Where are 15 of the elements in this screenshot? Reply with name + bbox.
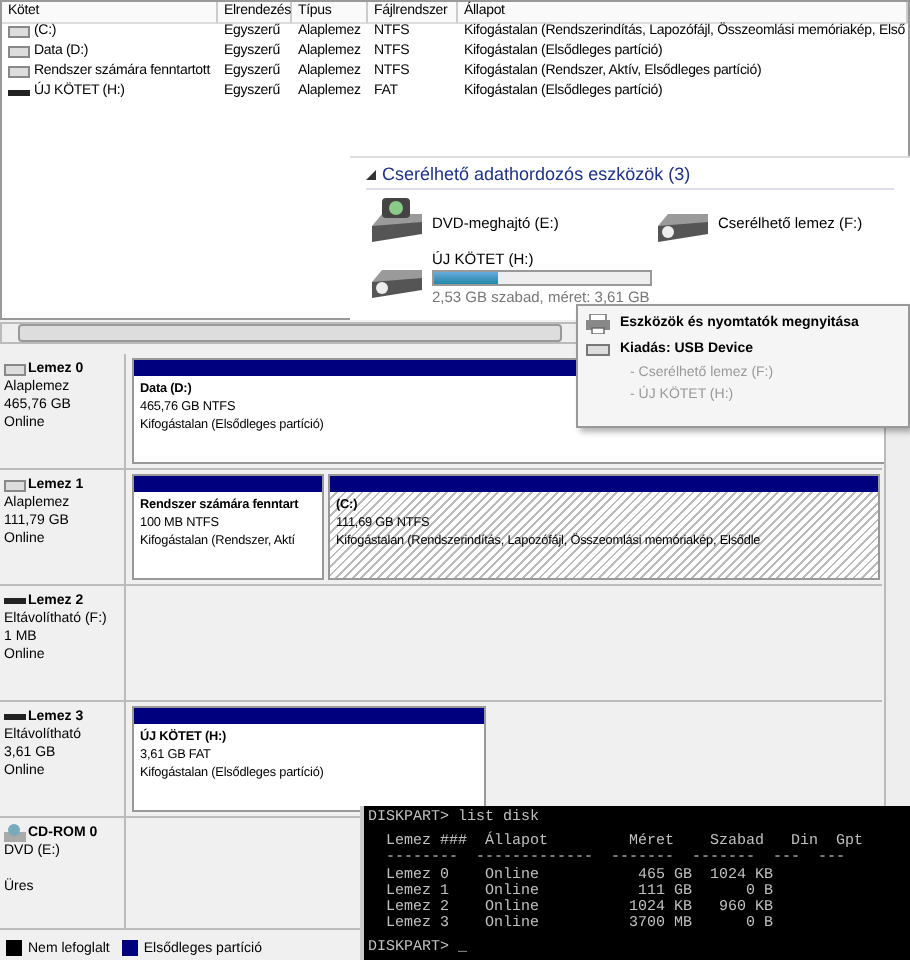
drive-icon [8,66,30,78]
collapse-icon[interactable] [366,169,376,179]
drive-icon [586,343,610,355]
drive-icon [4,596,26,606]
group-header[interactable]: Cserélhető adathordozós eszközök (3) [382,164,691,184]
drive-icon [4,363,26,375]
scrollbar-thumb[interactable] [18,324,562,342]
drive-icon [8,87,30,97]
drive-icon [8,26,30,38]
dvd-drive-icon [366,198,426,246]
drive-icon [8,46,30,58]
printer-icon [586,313,610,333]
cd-drive-icon [4,824,26,842]
drive-icon [4,479,26,491]
drive-icon [4,712,26,722]
